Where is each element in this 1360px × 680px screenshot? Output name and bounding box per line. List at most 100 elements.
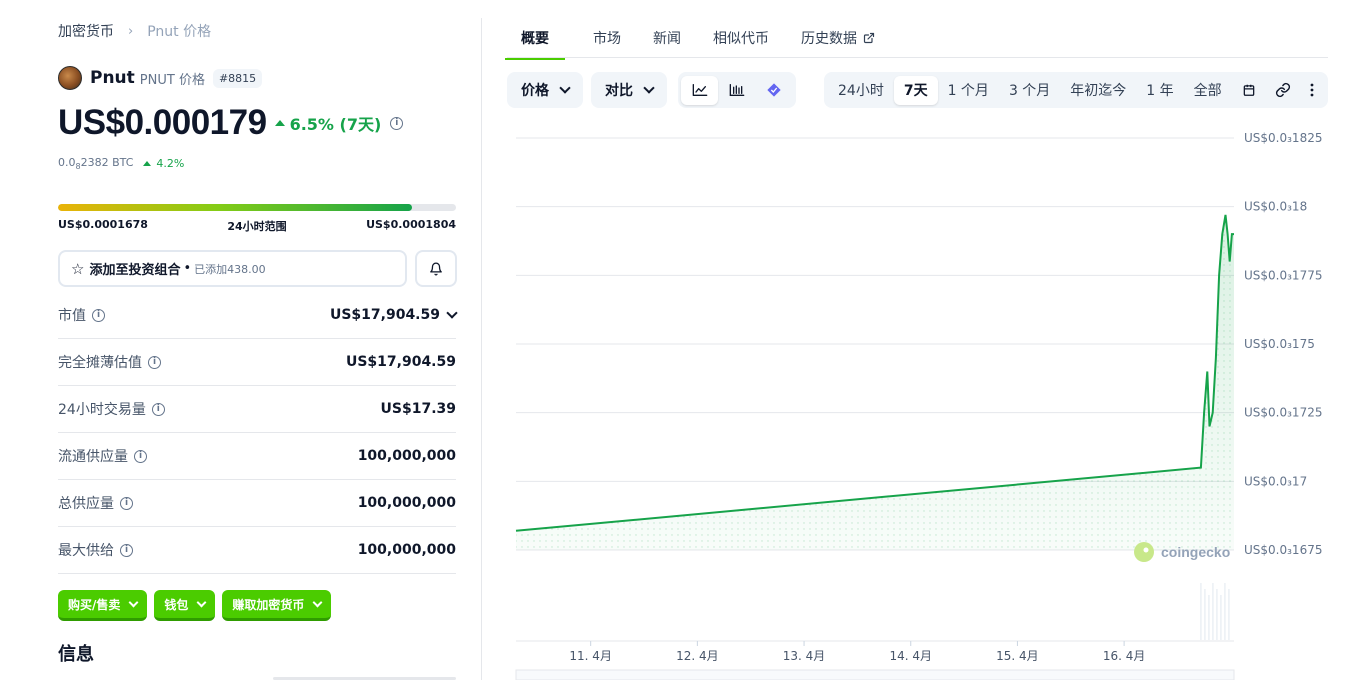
range-24h-bar	[58, 204, 456, 211]
tradingview-button[interactable]	[755, 76, 792, 105]
stat-row-fdv: 完全摊薄估值 i US$17,904.59	[58, 339, 456, 386]
calendar-button[interactable]	[1232, 76, 1266, 105]
x-tick-label: 11. 4月	[569, 649, 612, 663]
x-axis-labels: 11. 4月 12. 4月 13. 4月 14. 4月 15. 4月 16. 4月	[516, 640, 1234, 663]
stat-value: US$17,904.59	[345, 354, 456, 370]
price-alert-button[interactable]	[415, 250, 457, 287]
range-ytd[interactable]: 年初迄今	[1060, 76, 1136, 105]
earn-label: 赚取加密货币	[232, 597, 305, 612]
stat-row-volume: 24小时交易量 i US$17.39	[58, 386, 456, 433]
caret-up-icon	[143, 161, 152, 167]
y-tick-label: US$0.0₃17	[1244, 474, 1307, 488]
y-axis-labels: US$0.0₃1825 US$0.0₃18 US$0.0₃1775 US$0.0₃17…	[1244, 131, 1322, 557]
y-tick-label: US$0.0₃1775	[1244, 268, 1322, 282]
current-price: US$0.000179	[58, 103, 267, 142]
earn-crypto-button[interactable]: 赚取加密货币	[222, 590, 332, 621]
tab-overview[interactable]: 概要	[505, 28, 565, 60]
btc-change: 4.2%	[143, 157, 184, 170]
info-icon[interactable]: i	[390, 116, 404, 130]
link-button[interactable]	[1266, 76, 1300, 105]
tab-similar-coins[interactable]: 相似代币	[713, 28, 769, 58]
range-24h[interactable]: 24小时	[828, 76, 894, 105]
coingecko-logo-icon	[1134, 542, 1154, 562]
info-icon[interactable]: i	[92, 308, 105, 322]
btc-change-value: 4.2%	[156, 157, 185, 171]
stat-label: 流通供应量 i	[58, 446, 147, 466]
buy-sell-button[interactable]: 购买/售卖	[58, 590, 148, 621]
stat-label-text: 完全摊薄估值	[58, 355, 142, 371]
breadcrumb-current: Pnut 价格	[147, 24, 212, 40]
chart-type-toggle	[678, 72, 796, 108]
price-area-texture	[516, 214, 1234, 550]
wallet-button[interactable]: 钱包	[154, 590, 216, 621]
btc-price-row: 0.082382 BTC 4.2%	[58, 156, 184, 171]
caret-up-icon	[274, 120, 285, 126]
x-tick-label: 13. 4月	[783, 649, 826, 663]
price-row: US$0.000179 6.5% (7天) i	[58, 103, 404, 143]
external-link-icon	[863, 32, 875, 44]
tab-news[interactable]: 新闻	[653, 28, 681, 58]
action-buttons: 购买/售卖 钱包 赚取加密货币	[58, 590, 332, 621]
info-icon[interactable]: i	[148, 355, 161, 369]
coin-header: Pnut PNUT 价格 #8815	[58, 66, 263, 90]
more-vertical-icon	[1310, 83, 1314, 97]
range-low: US$0.0001678	[58, 218, 148, 231]
range-1m[interactable]: 1 个月	[938, 76, 999, 105]
price-dropdown[interactable]: 价格	[507, 72, 583, 108]
watermark: coingecko	[1134, 542, 1230, 562]
y-tick-label: US$0.0₃1825	[1244, 131, 1322, 145]
buy-sell-label: 购买/售卖	[68, 597, 121, 612]
add-to-portfolio-button[interactable]: ☆ 添加至投资组合 • 已添加438.00	[58, 250, 407, 287]
compare-dropdown[interactable]: 对比	[591, 72, 667, 108]
tab-historical-data[interactable]: 历史数据	[801, 28, 875, 58]
chevron-down-icon	[196, 597, 207, 607]
stat-value: 100,000,000	[357, 542, 456, 558]
stat-row-max-supply: 最大供给 i 100,000,000	[58, 527, 456, 574]
price-dropdown-text: 价格	[521, 83, 549, 99]
stat-label-text: 流通供应量	[58, 449, 128, 465]
price-change-value: 6.5% (7天)	[289, 115, 382, 134]
btc-price-rest: 2382 BTC	[80, 156, 134, 169]
compare-dropdown-text: 对比	[605, 83, 633, 99]
stat-label: 最大供给 i	[58, 540, 133, 560]
stat-label: 市值 i	[58, 305, 105, 325]
separator-dot: •	[183, 261, 192, 276]
price-chart[interactable]: US$0.0₃1825 US$0.0₃18 US$0.0₃1775 US$0.0₃17…	[507, 118, 1337, 680]
coin-logo	[58, 66, 82, 90]
range-1y[interactable]: 1 年	[1136, 76, 1183, 105]
coin-symbol: PNUT 价格	[139, 72, 205, 88]
time-range-selector: 24小时 7天 1 个月 3 个月 年初迄今 1 年 全部	[824, 72, 1328, 108]
info-icon[interactable]: i	[151, 402, 165, 416]
star-icon: ☆	[71, 259, 85, 278]
tab-historical-data-label: 历史数据	[801, 31, 857, 47]
x-tick-label: 12. 4月	[676, 649, 719, 663]
chevron-down-icon	[128, 597, 139, 607]
range-all[interactable]: 全部	[1184, 76, 1232, 105]
more-options-button[interactable]	[1300, 76, 1324, 105]
navigator-track[interactable]	[515, 669, 1235, 680]
range-3m[interactable]: 3 个月	[999, 76, 1060, 105]
tab-markets[interactable]: 市场	[593, 28, 621, 58]
chevron-down-icon[interactable]	[446, 307, 458, 319]
stat-row-market-cap[interactable]: 市值 i US$17,904.59	[58, 292, 458, 339]
line-chart-button[interactable]	[681, 75, 718, 105]
range-24h-labels: US$0.0001678 24小时范围 US$0.0001804	[58, 218, 456, 234]
chevron-down-icon	[643, 82, 655, 94]
range-7d[interactable]: 7天	[893, 75, 938, 105]
y-tick-label: US$0.0₃1725	[1244, 406, 1322, 420]
candlestick-chart-button[interactable]	[718, 76, 755, 105]
tradingview-icon	[766, 83, 781, 97]
compare-dropdown-label: 对比	[591, 72, 667, 108]
link-icon	[1275, 82, 1290, 98]
y-tick-label: US$0.0₃175	[1244, 337, 1315, 351]
portfolio-label: 添加至投资组合	[89, 263, 181, 278]
portfolio-added-count: 已添加438.00	[194, 262, 266, 276]
coin-info-panel: 加密货币 › Pnut 价格 Pnut PNUT 价格 #8815 US$0.0…	[58, 0, 458, 680]
breadcrumb-root[interactable]: 加密货币	[58, 21, 114, 41]
breadcrumb: 加密货币 › Pnut 价格	[58, 21, 211, 41]
price-dropdown-label: 价格	[507, 72, 583, 108]
info-icon[interactable]: i	[120, 496, 133, 510]
info-icon[interactable]: i	[134, 449, 147, 463]
info-icon[interactable]: i	[120, 543, 133, 557]
stat-value: 100,000,000	[357, 495, 456, 511]
